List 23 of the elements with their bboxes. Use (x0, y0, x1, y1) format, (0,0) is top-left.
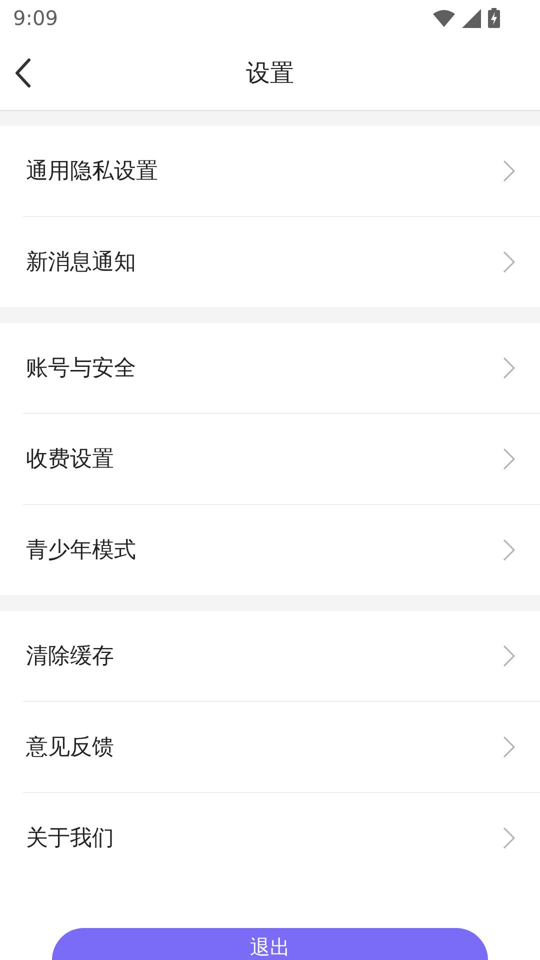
battery-icon (488, 8, 500, 28)
signal-icon (462, 8, 481, 28)
settings-item[interactable]: 账号与安全 (23, 323, 540, 414)
chevron-icon (503, 736, 515, 758)
settings-item[interactable]: 收费设置 (23, 414, 540, 505)
chevron-icon (503, 539, 515, 561)
chevron-icon (503, 827, 515, 849)
status-time: 9:09 (13, 6, 58, 30)
page-title: 设置 (246, 58, 294, 89)
chevron-icon (503, 160, 515, 182)
chevron-icon (503, 251, 515, 273)
wifi-icon (433, 9, 455, 27)
chevron-icon (503, 357, 515, 379)
back-icon[interactable] (14, 58, 32, 88)
settings-item[interactable]: 通用隐私设置 (23, 126, 540, 217)
chevron-icon (503, 645, 515, 667)
settings-item[interactable]: 关于我们 (23, 793, 540, 883)
settings-item[interactable]: 青少年模式 (23, 505, 540, 595)
settings-item[interactable]: 意见反馈 (23, 702, 540, 793)
settings-item[interactable]: 清除缓存 (23, 611, 540, 702)
logout-button[interactable]: 退出 (52, 928, 488, 960)
settings-item[interactable]: 新消息通知 (23, 217, 540, 307)
chevron-icon (503, 448, 515, 470)
